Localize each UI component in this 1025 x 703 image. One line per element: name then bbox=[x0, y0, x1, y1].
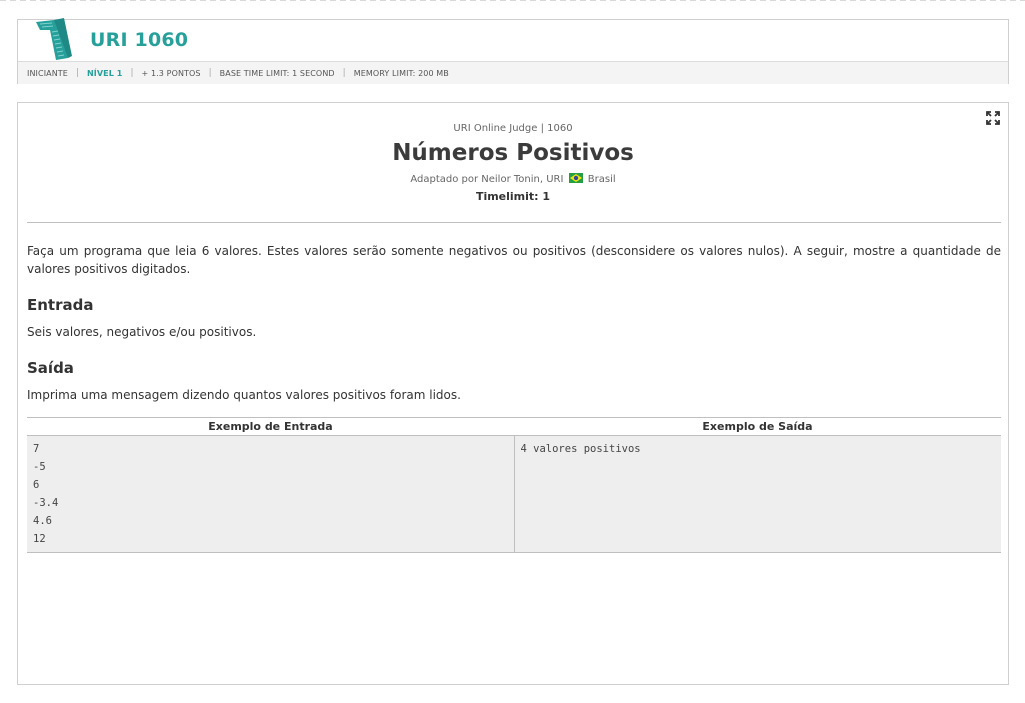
time-limit-label: BASE TIME LIMIT: 1 SECOND bbox=[219, 68, 335, 78]
points-label: + 1.3 PONTOS bbox=[141, 68, 201, 78]
timelimit: Timelimit: 1 bbox=[475, 190, 551, 203]
output-description: Imprima uma mensagem dizendo quantos val… bbox=[27, 388, 461, 402]
meta-bar: INICIANTE | NÍVEL 1 | + 1.3 PONTOS | BAS… bbox=[18, 61, 1008, 84]
level-label: NÍVEL 1 bbox=[87, 68, 123, 78]
header-top: URI 1060 bbox=[18, 18, 1008, 61]
author-text: Adaptado por Neilor Tonin, URI bbox=[410, 174, 564, 185]
output-heading: Saída bbox=[27, 359, 74, 377]
sample-input-header: Exemplo de Entrada bbox=[208, 420, 333, 433]
input-heading: Entrada bbox=[27, 296, 94, 314]
brazil-flag-icon bbox=[568, 173, 583, 183]
sample-input-line: -3.4 bbox=[33, 497, 59, 509]
input-description: Seis valores, negativos e/ou positivos. bbox=[27, 325, 257, 339]
sample-io-body: 7 -5 6 -3.4 4.6 12 4 valores positivos bbox=[27, 436, 1001, 552]
sample-io-header: Exemplo de Entrada Exemplo de Saída bbox=[27, 418, 1001, 436]
logo-mark-icon bbox=[36, 18, 72, 60]
separator: | bbox=[130, 68, 134, 78]
top-dashed-border bbox=[0, 0, 1025, 1]
problem-description: Faça um programa que leia 6 valores. Est… bbox=[27, 244, 1001, 276]
memory-limit-label: MEMORY LIMIT: 200 MB bbox=[353, 68, 449, 78]
problem-code: URI 1060 bbox=[90, 29, 189, 51]
separator: | bbox=[342, 68, 346, 78]
sample-input-line: 7 bbox=[33, 443, 40, 455]
page-title: Números Positivos bbox=[392, 140, 634, 166]
problem-header: URI 1060 INICIANTE | NÍVEL 1 | + 1.3 PON… bbox=[17, 18, 1009, 84]
sample-input-line: 4.6 bbox=[33, 515, 52, 527]
problem-content: URI Online Judge | 1060 Números Positivo… bbox=[17, 102, 1009, 685]
sample-io-table: Exemplo de Entrada Exemplo de Saída 7 -5… bbox=[27, 417, 1001, 553]
sample-input-line: 12 bbox=[33, 533, 46, 545]
sample-input-line: 6 bbox=[33, 479, 40, 491]
sample-input-line: -5 bbox=[33, 461, 46, 473]
separator: | bbox=[75, 68, 79, 78]
divider bbox=[27, 222, 1001, 223]
sample-input[interactable]: 7 -5 6 -3.4 4.6 12 bbox=[27, 436, 515, 552]
sample-output[interactable]: 4 valores positivos bbox=[515, 436, 1002, 552]
judge-line: URI Online Judge | 1060 bbox=[453, 123, 573, 134]
country-text: Brasil bbox=[587, 174, 616, 185]
separator: | bbox=[208, 68, 212, 78]
category-label[interactable]: INICIANTE bbox=[27, 69, 68, 78]
sample-output-line: 4 valores positivos bbox=[520, 443, 641, 455]
author-line: Adaptado por Neilor Tonin, URI Brasil bbox=[18, 173, 1008, 185]
sample-output-header: Exemplo de Saída bbox=[702, 420, 813, 433]
